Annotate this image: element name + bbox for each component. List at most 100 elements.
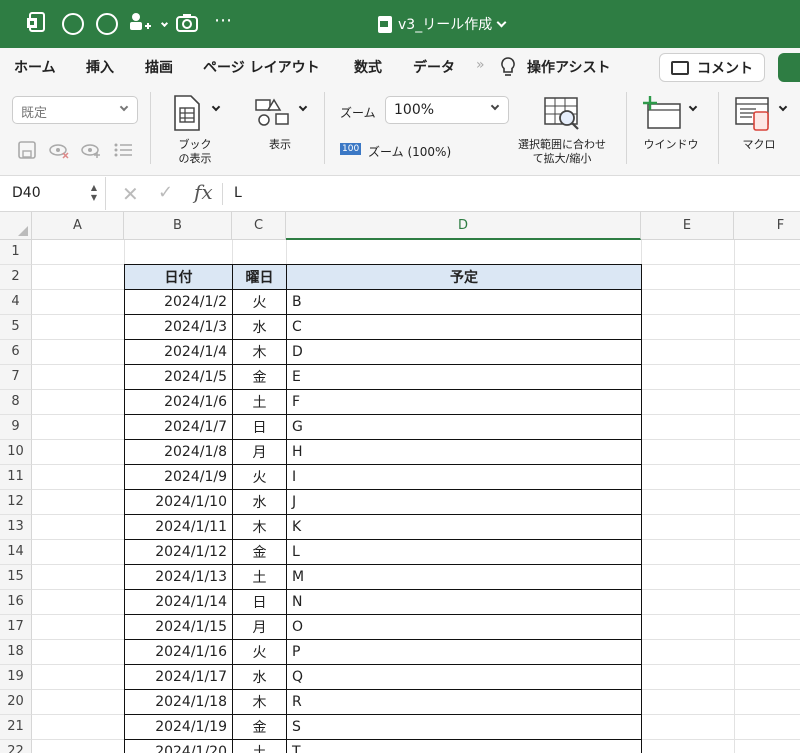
row-header[interactable]: 11 — [0, 465, 32, 490]
chevron-down-icon[interactable] — [688, 102, 698, 112]
app-excel-icon[interactable] — [26, 11, 50, 35]
cell-date[interactable]: 2024/1/16 — [124, 639, 233, 665]
cell-weekday[interactable]: 水 — [232, 664, 287, 690]
cell-date[interactable]: 2024/1/2 — [124, 289, 233, 315]
cell-weekday[interactable]: 日 — [232, 589, 287, 615]
row-header[interactable]: 17 — [0, 615, 32, 640]
row-header[interactable]: 15 — [0, 565, 32, 590]
select-all-button[interactable] — [0, 212, 32, 240]
row-header[interactable]: 6 — [0, 340, 32, 365]
enter-icon[interactable]: ✓ — [158, 182, 173, 203]
cell-plan[interactable]: N — [286, 589, 642, 615]
camera-icon[interactable] — [175, 11, 199, 35]
cell-date[interactable]: 2024/1/4 — [124, 339, 233, 365]
row-header[interactable]: 5 — [0, 315, 32, 340]
cell-date[interactable]: 2024/1/10 — [124, 489, 233, 515]
cell-plan[interactable]: G — [286, 414, 642, 440]
chevron-down-icon[interactable] — [298, 102, 308, 112]
tab-formulas[interactable]: 数式 — [354, 57, 382, 77]
cancel-icon[interactable]: ✕ — [122, 182, 139, 206]
cell-plan[interactable]: S — [286, 714, 642, 740]
comment-button[interactable]: コメント — [659, 53, 765, 82]
cell-weekday[interactable]: 月 — [232, 614, 287, 640]
share-people-icon[interactable] — [128, 11, 152, 35]
cell-plan[interactable]: O — [286, 614, 642, 640]
cell-plan[interactable]: T — [286, 739, 642, 753]
cell-date[interactable]: 2024/1/17 — [124, 664, 233, 690]
cell-date[interactable]: 2024/1/5 — [124, 364, 233, 390]
cell-date[interactable]: 2024/1/15 — [124, 614, 233, 640]
row-header[interactable]: 21 — [0, 715, 32, 740]
column-header-e[interactable]: E — [641, 212, 734, 240]
share-button[interactable] — [778, 53, 800, 82]
more-options-icon[interactable]: ⋯ — [214, 10, 233, 31]
schedule-table[interactable]: 日付 曜日 予定 2024/1/2 火 B 2024/1/3 水 C 2024/1/4 木 D 2… — [124, 264, 642, 753]
cell-date[interactable]: 2024/1/19 — [124, 714, 233, 740]
share-dropdown-icon[interactable] — [152, 12, 176, 36]
row-header[interactable]: 4 — [0, 290, 32, 315]
header-weekday[interactable]: 曜日 — [232, 264, 287, 290]
column-header-d[interactable]: D — [286, 212, 641, 240]
cell-weekday[interactable]: 木 — [232, 514, 287, 540]
cell-date[interactable]: 2024/1/6 — [124, 389, 233, 415]
tab-insert[interactable]: 挿入 — [86, 57, 114, 77]
name-box-stepper-icon[interactable]: ▲ ▼ — [91, 183, 97, 203]
view-options-icon[interactable] — [112, 140, 134, 160]
cell-weekday[interactable]: 土 — [232, 564, 287, 590]
cell-date[interactable]: 2024/1/7 — [124, 414, 233, 440]
cell-plan[interactable]: E — [286, 364, 642, 390]
cell-weekday[interactable]: 水 — [232, 489, 287, 515]
cell-weekday[interactable]: 火 — [232, 639, 287, 665]
cell-date[interactable]: 2024/1/12 — [124, 539, 233, 565]
cell-weekday[interactable]: 火 — [232, 464, 287, 490]
chevron-down-icon[interactable] — [778, 102, 788, 112]
exit-view-icon[interactable] — [48, 140, 70, 160]
cell-plan[interactable]: L — [286, 539, 642, 565]
row-header[interactable]: 10 — [0, 440, 32, 465]
cell-date[interactable]: 2024/1/9 — [124, 464, 233, 490]
row-header[interactable]: 20 — [0, 690, 32, 715]
zoom-100-icon[interactable]: 100 — [340, 143, 362, 155]
zoom-select[interactable]: 100% — [385, 96, 509, 124]
row-header[interactable]: 13 — [0, 515, 32, 540]
header-date[interactable]: 日付 — [124, 264, 233, 290]
cell-weekday[interactable]: 木 — [232, 689, 287, 715]
cell-plan[interactable]: I — [286, 464, 642, 490]
cell-date[interactable]: 2024/1/8 — [124, 439, 233, 465]
row-header[interactable]: 14 — [0, 540, 32, 565]
cell-date[interactable]: 2024/1/3 — [124, 314, 233, 340]
cell-weekday[interactable]: 火 — [232, 289, 287, 315]
cell-date[interactable]: 2024/1/13 — [124, 564, 233, 590]
cell-date[interactable]: 2024/1/14 — [124, 589, 233, 615]
cell-plan[interactable]: D — [286, 339, 642, 365]
cell-weekday[interactable]: 土 — [232, 389, 287, 415]
cell-plan[interactable]: K — [286, 514, 642, 540]
cell-weekday[interactable]: 木 — [232, 339, 287, 365]
row-header[interactable]: 19 — [0, 665, 32, 690]
tab-page-layout[interactable]: ページ レイアウト — [203, 57, 320, 77]
column-header-a[interactable]: A — [32, 212, 124, 240]
tab-tell-me[interactable]: 操作アシスト — [527, 57, 610, 77]
row-header[interactable]: 7 — [0, 365, 32, 390]
column-header-c[interactable]: C — [232, 212, 286, 240]
cell-weekday[interactable]: 金 — [232, 714, 287, 740]
undo-icon[interactable] — [62, 13, 84, 35]
cell-plan[interactable]: H — [286, 439, 642, 465]
more-tabs-icon[interactable]: » — [476, 57, 485, 73]
cell-weekday[interactable]: 日 — [232, 414, 287, 440]
workbook-view-icon[interactable] — [172, 94, 202, 136]
cell-weekday[interactable]: 金 — [232, 539, 287, 565]
cell-date[interactable]: 2024/1/20 — [124, 739, 233, 753]
cell-plan[interactable]: P — [286, 639, 642, 665]
name-box[interactable]: D40 ▲ ▼ — [0, 177, 106, 210]
cell-plan[interactable]: M — [286, 564, 642, 590]
save-view-icon[interactable] — [16, 140, 38, 160]
cell-weekday[interactable]: 水 — [232, 314, 287, 340]
row-header[interactable]: 18 — [0, 640, 32, 665]
redo-icon[interactable] — [96, 13, 118, 35]
new-view-icon[interactable] — [80, 140, 102, 160]
row-header[interactable]: 9 — [0, 415, 32, 440]
chevron-down-icon[interactable] — [211, 102, 221, 112]
show-shapes-icon[interactable] — [254, 98, 294, 132]
row-header[interactable]: 22 — [0, 740, 32, 753]
